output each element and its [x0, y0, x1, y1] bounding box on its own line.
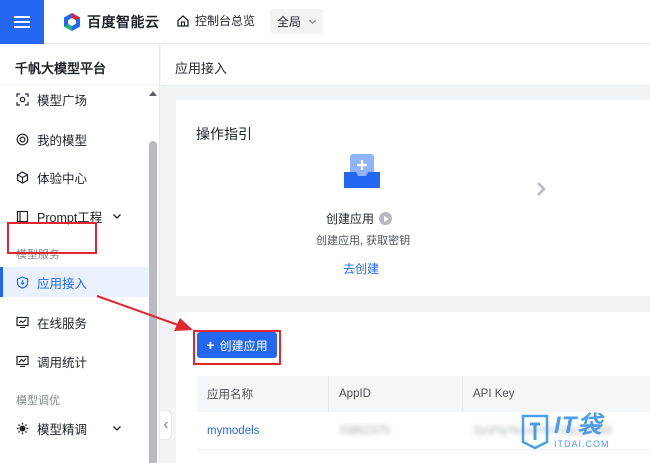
scrollbar-thumb[interactable]: [149, 141, 157, 463]
chevron-down-icon: [113, 426, 121, 431]
call-stats-icon: [16, 355, 29, 367]
top-bar: 百度智能云 控制台总览 全局: [0, 0, 650, 44]
sidebar-item-label: 我的模型: [37, 133, 88, 148]
sidebar-item-label: 体验中心: [37, 171, 88, 186]
sidebar-item-model-square[interactable]: 模型广场: [0, 84, 148, 114]
console-overview-label: 控制台总览: [195, 14, 256, 28]
column-header-app-id: AppID: [329, 376, 463, 412]
brand-name: 百度智能云: [87, 14, 160, 30]
app-access-highlight-box: [7, 222, 97, 254]
sidebar-collapse-handle[interactable]: [160, 410, 172, 440]
sidebar-title: 千帆大模型平台: [15, 61, 107, 76]
sidebar-item-online-service[interactable]: 在线服务: [0, 307, 148, 337]
chevron-left-icon: [163, 421, 168, 429]
model-tuning-icon: [16, 422, 29, 434]
watermark-site: ITDAI.COM: [554, 439, 610, 449]
app-id-value: 33862375: [339, 425, 391, 437]
my-model-icon: [16, 133, 29, 145]
operation-guide-card: 操作指引 创建应用 创建应用, 获取密钥 去创建: [176, 100, 650, 296]
sidebar-item-experience-center[interactable]: 体验中心: [0, 162, 148, 192]
table-header: 应用名称 AppID API Key: [197, 376, 650, 412]
home-icon: [177, 14, 189, 27]
guide-title: 操作指引: [196, 126, 252, 142]
sidebar-item-call-stats[interactable]: 调用统计: [0, 346, 148, 376]
app-access-icon: [16, 275, 29, 289]
sidebar-item-label: 模型精调: [37, 422, 88, 437]
chevron-right-icon[interactable]: [534, 180, 548, 198]
sidebar-item-label: 应用接入: [37, 276, 88, 291]
create-app-illustration-icon: [344, 154, 380, 188]
step-description: 创建应用, 获取密钥: [316, 235, 411, 247]
nav-group-model-tuning: 模型调优: [16, 395, 60, 407]
play-video-icon[interactable]: [379, 212, 393, 225]
menu-icon: [14, 16, 30, 28]
scroll-up-arrow-icon[interactable]: [149, 91, 157, 96]
hamburger-menu-button[interactable]: [0, 0, 44, 44]
watermark-logo-icon: [521, 414, 549, 450]
go-create-link[interactable]: 去创建: [343, 260, 379, 277]
region-select[interactable]: 全局: [270, 9, 323, 34]
page-title: 应用接入: [175, 61, 228, 76]
prompt-icon: [16, 210, 29, 222]
sidebar-item-label: 调用统计: [37, 355, 88, 370]
region-label: 全局: [277, 15, 302, 29]
console-overview-link[interactable]: 控制台总览: [176, 12, 255, 29]
brand-logo[interactable]: 百度智能云: [62, 10, 160, 34]
step-create-app: 创建应用: [326, 210, 393, 227]
sidebar-item-my-models[interactable]: 我的模型: [0, 124, 148, 154]
chevron-down-icon: [113, 214, 121, 219]
sidebar-item-app-access[interactable]: 应用接入: [0, 267, 148, 297]
create-app-highlight-box: [193, 330, 281, 365]
experience-center-icon: [16, 170, 29, 184]
page-header: 应用接入: [161, 44, 650, 86]
sidebar-item-model-tuning[interactable]: 模型精调: [0, 413, 148, 443]
sidebar-item-label: 在线服务: [37, 316, 88, 331]
step-title: 创建应用: [326, 212, 375, 226]
model-square-icon: [16, 92, 29, 106]
watermark-brand: IT袋: [554, 412, 603, 439]
online-service-icon: [16, 316, 29, 328]
baidu-cloud-logo-icon: [64, 13, 80, 31]
chevron-down-icon: [308, 19, 317, 25]
column-header-api-key: API Key: [473, 388, 515, 400]
site-watermark: IT袋 ITDAI.COM: [520, 412, 610, 450]
sidebar-item-label: 模型广场: [37, 93, 88, 108]
app-name-link[interactable]: mymodels: [197, 412, 329, 450]
sidebar-scrollbar[interactable]: [148, 89, 158, 463]
column-header-app-name: 应用名称: [197, 376, 329, 412]
